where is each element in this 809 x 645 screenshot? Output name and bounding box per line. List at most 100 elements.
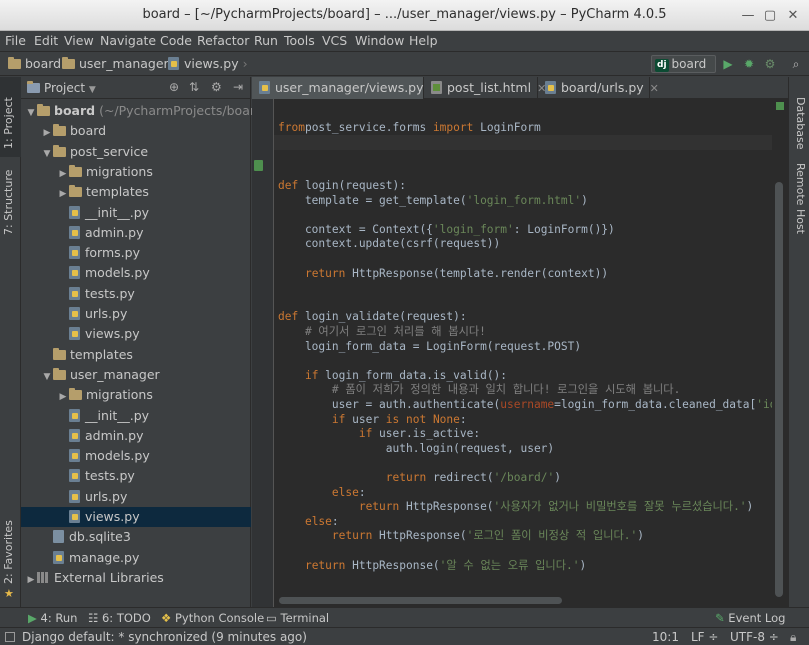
tree-item[interactable]: templates	[21, 345, 251, 365]
tree-item[interactable]: manage.py	[21, 548, 251, 568]
tree-item[interactable]: ▼ user_manager	[21, 365, 251, 385]
code-line[interactable]: # 여기서 로그인 처리를 해 봅시다!	[278, 324, 486, 339]
collapse-all-icon[interactable]: ⇅	[189, 80, 199, 94]
line-separator[interactable]: LF ÷	[691, 630, 718, 644]
run-icon[interactable]: ▶	[720, 56, 736, 72]
settings-gear-icon[interactable]: ⚙	[211, 80, 222, 94]
code-line[interactable]: return HttpResponse('로그인 폼이 비정상 적 입니다.')	[278, 528, 644, 543]
tree-item[interactable]: ▶ templates	[21, 182, 251, 202]
code-line[interactable]: frompost_service.forms import LoginForm	[278, 120, 541, 135]
tree-item[interactable]: ▶ External Libraries	[21, 568, 251, 588]
horizontal-scrollbar[interactable]	[274, 594, 772, 607]
tree-item[interactable]: __init__.py	[21, 203, 251, 223]
code-line[interactable]: # 폼이 저희가 정의한 내용과 일치 합니다! 로그인을 시도해 봅니다.	[278, 382, 680, 397]
lock-icon[interactable]: 🔒︎	[790, 630, 796, 645]
vertical-scrollbar[interactable]	[772, 99, 788, 599]
tool-python-console[interactable]: ❖ Python Console	[161, 611, 264, 625]
search-icon[interactable]: ⌕	[788, 56, 804, 72]
tree-item[interactable]: admin.py	[21, 426, 251, 446]
menu-help[interactable]: Help	[409, 33, 438, 48]
tool-event-log[interactable]: ✎ Event Log	[715, 611, 785, 625]
tab-user-manager-views[interactable]: user_manager/views.py✕	[252, 77, 439, 99]
collapse-arrow-icon[interactable]: ▶	[57, 184, 69, 204]
run-config-select[interactable]: djboard ▼	[651, 55, 716, 87]
expand-arrow-icon[interactable]: ▼	[41, 367, 53, 387]
collapse-arrow-icon[interactable]: ▶	[41, 123, 53, 143]
tree-item[interactable]: admin.py	[21, 223, 251, 243]
menu-tools[interactable]: Tools	[284, 33, 315, 48]
menu-refactor[interactable]: Refactor	[197, 33, 249, 48]
tree-item[interactable]: urls.py	[21, 487, 251, 507]
tool-terminal[interactable]: ▭ Terminal	[266, 611, 329, 625]
tree-item[interactable]: forms.py	[21, 243, 251, 263]
code-line[interactable]: user = auth.authenticate(username=login_…	[278, 397, 772, 412]
structure-tool-tab[interactable]: 7: Structure	[0, 169, 21, 239]
collapse-arrow-icon[interactable]: ▶	[25, 570, 37, 590]
code-line[interactable]: context = Context({'login_form': LoginFo…	[278, 222, 615, 237]
run-line-marker-icon[interactable]	[254, 160, 263, 171]
tab-board-urls[interactable]: board/urls.py ✕	[538, 77, 659, 99]
tab-post-list-html[interactable]: post_list.html ✕	[424, 77, 546, 99]
breadcrumb-user-manager[interactable]: user_manager ›	[62, 56, 178, 71]
menu-code[interactable]: Code	[160, 33, 192, 48]
editor-gutter[interactable]	[252, 99, 274, 607]
maximize-icon[interactable]: ▢	[762, 8, 778, 24]
menu-file[interactable]: File	[5, 33, 26, 48]
debug-icon[interactable]: ✹	[741, 56, 757, 72]
close-tab-icon[interactable]: ✕	[650, 82, 659, 95]
tree-item[interactable]: tests.py	[21, 284, 251, 304]
remote-host-tool-tab[interactable]: Remote Host	[789, 157, 809, 247]
tree-item[interactable]: models.py	[21, 263, 251, 283]
tree-item[interactable]: ▶ board	[21, 121, 251, 141]
menu-window[interactable]: Window	[355, 33, 404, 48]
code-line[interactable]: template = get_template('login_form.html…	[278, 193, 588, 208]
expand-arrow-icon[interactable]: ▼	[41, 144, 53, 164]
horizontal-scroll-thumb[interactable]	[279, 597, 562, 604]
breadcrumb-board[interactable]: board ›	[8, 56, 70, 71]
code-line[interactable]: def login(request):	[278, 178, 406, 193]
tree-item[interactable]: __init__.py	[21, 406, 251, 426]
minimize-icon[interactable]: —	[740, 8, 756, 24]
tree-item[interactable]: urls.py	[21, 304, 251, 324]
coverage-icon[interactable]: ⚙	[762, 56, 778, 72]
code-line[interactable]: return HttpResponse(template.render(cont…	[278, 266, 608, 281]
menu-view[interactable]: View	[64, 33, 94, 48]
breadcrumb-views-py[interactable]: views.py ›	[168, 56, 248, 71]
favorites-tool-tab[interactable]: 2: Favorites ★	[0, 520, 21, 602]
project-view-select[interactable]: Project ▼	[27, 81, 96, 95]
tree-item[interactable]: views.py	[21, 507, 251, 527]
caret-position[interactable]: 10:1	[652, 630, 679, 644]
tree-item[interactable]: tests.py	[21, 466, 251, 486]
menu-run[interactable]: Run	[254, 33, 278, 48]
file-encoding[interactable]: UTF-8 ÷	[730, 630, 779, 644]
code-line[interactable]: else:	[278, 485, 366, 500]
menu-vcs[interactable]: VCS	[322, 33, 347, 48]
tree-item[interactable]: views.py	[21, 324, 251, 344]
tree-item[interactable]: ▼ post_service	[21, 142, 251, 162]
code-line[interactable]: auth.login(request, user)	[278, 441, 554, 456]
tool-windows-toggle-icon[interactable]	[5, 632, 15, 642]
code-line[interactable]: return redirect('/board/')	[278, 470, 561, 485]
menu-edit[interactable]: Edit	[34, 33, 58, 48]
code-line[interactable]: def login_validate(request):	[278, 309, 467, 324]
project-tool-tab[interactable]: 1: Project	[0, 77, 21, 157]
close-icon[interactable]: ✕	[785, 8, 801, 24]
tree-item[interactable]: ▶ migrations	[21, 162, 251, 182]
tool-todo[interactable]: ☷ 6: TODO	[88, 611, 151, 625]
code-line[interactable]: return HttpResponse('사용자가 없거나 비밀번호를 잘못 누…	[278, 499, 753, 514]
code-editor[interactable]: frompost_service.forms import LoginForm d…	[278, 99, 772, 594]
tree-item[interactable]: ▶ migrations	[21, 385, 251, 405]
collapse-arrow-icon[interactable]: ▶	[57, 164, 69, 184]
code-line[interactable]: if login_form_data.is_valid():	[278, 368, 507, 383]
tree-item[interactable]: models.py	[21, 446, 251, 466]
tool-run[interactable]: ▶ 4: Run	[28, 611, 77, 625]
code-line[interactable]: login_form_data = LoginForm(request.POST…	[278, 339, 581, 354]
code-line[interactable]: else:	[278, 514, 339, 529]
expand-arrow-icon[interactable]: ▼	[25, 103, 37, 123]
code-line[interactable]: if user.is_active:	[278, 426, 480, 441]
code-line[interactable]: if user is not None:	[278, 412, 467, 427]
tree-item[interactable]: ▼ board (~/PycharmProjects/board)	[21, 101, 268, 123]
tree-item[interactable]: db.sqlite3	[21, 527, 251, 547]
scroll-from-source-icon[interactable]: ⊕	[169, 80, 179, 94]
hide-panel-icon[interactable]: ⇥	[233, 80, 243, 94]
